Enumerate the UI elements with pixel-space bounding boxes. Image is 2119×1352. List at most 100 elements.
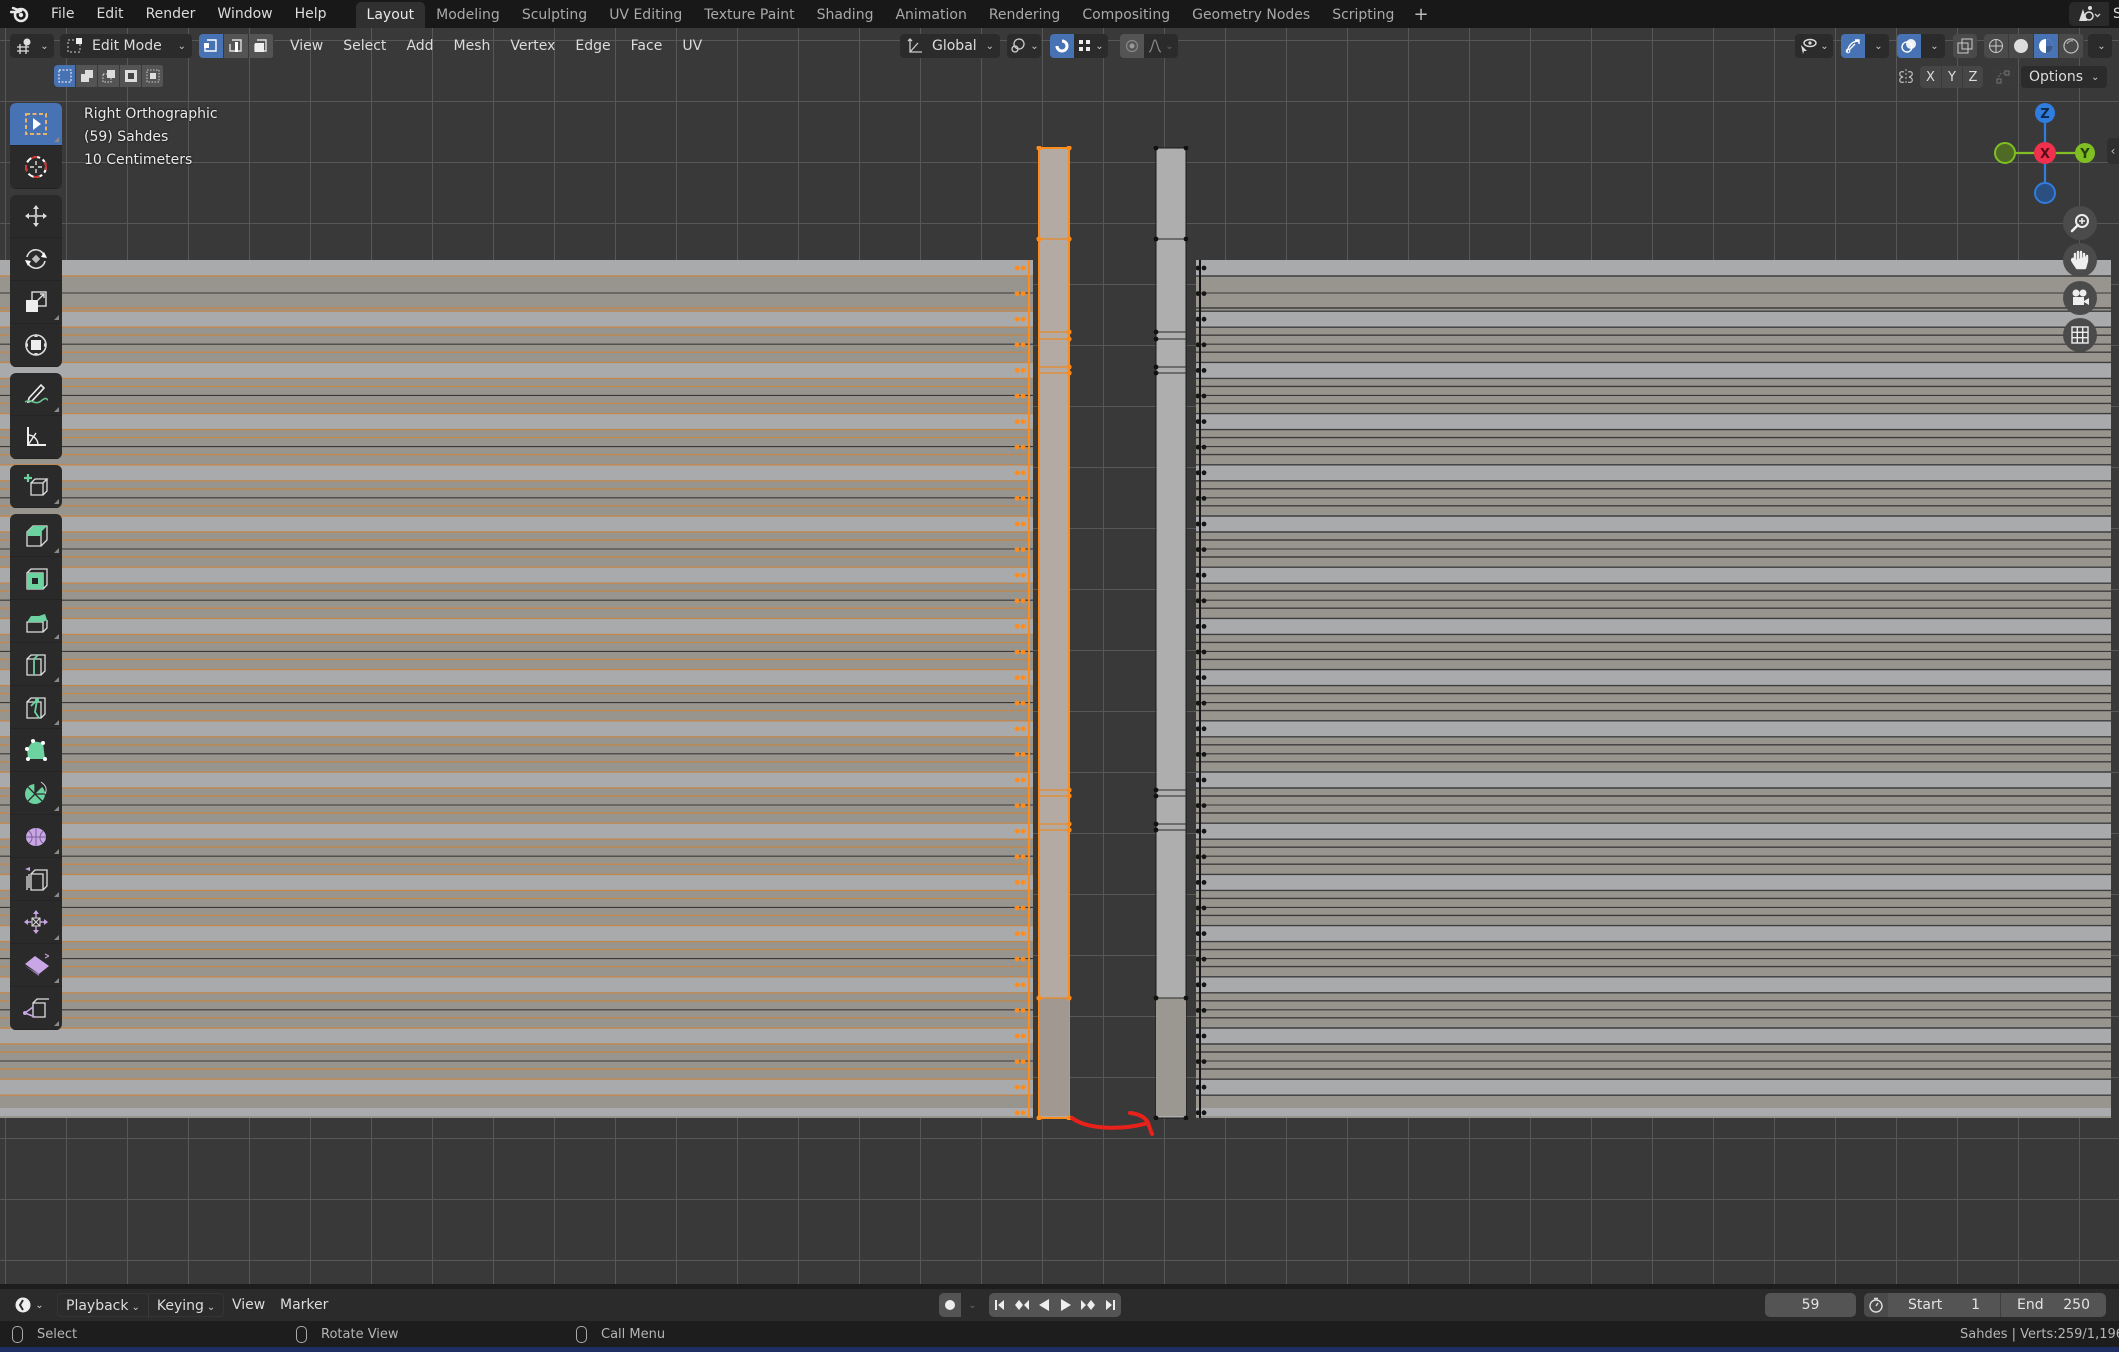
left-mesh-selected[interactable] <box>0 260 1033 1118</box>
tool-shrink-fatten[interactable] <box>10 901 62 944</box>
vertex-select-button[interactable] <box>199 34 224 58</box>
menu-view[interactable]: View <box>280 34 333 58</box>
prev-keyframe-button[interactable] <box>1011 1293 1033 1317</box>
mirror-y-toggle[interactable]: Y <box>1941 66 1962 88</box>
intersect-selection-button[interactable] <box>142 65 164 87</box>
tool-spin[interactable] <box>10 772 62 815</box>
left-pillar-selected[interactable] <box>1030 146 1080 1120</box>
edge-select-button[interactable] <box>224 34 249 58</box>
tool-loop-cut[interactable] <box>10 643 62 686</box>
menu-face[interactable]: Face <box>621 34 673 58</box>
right-pillar[interactable] <box>1150 146 1200 1120</box>
mirror-z-toggle[interactable]: Z <box>1962 66 1983 88</box>
menu-file[interactable]: File <box>40 0 85 28</box>
menu-mesh[interactable]: Mesh <box>444 34 501 58</box>
wireframe-shading-button[interactable] <box>1984 34 2009 58</box>
menu-select[interactable]: Select <box>333 34 396 58</box>
subtract-selection-button[interactable] <box>98 65 120 87</box>
playback-dropdown[interactable]: Playback ⌄ <box>58 1294 148 1318</box>
overlays-dropdown[interactable]: ⌄ <box>1921 34 1945 58</box>
tool-scale[interactable] <box>10 281 62 324</box>
tab-modeling[interactable]: Modeling <box>425 2 511 28</box>
timeline-menu-view[interactable]: View <box>222 1293 275 1317</box>
overlays-toggle[interactable] <box>1897 34 1921 58</box>
editor-type-button[interactable]: ⌄ <box>10 34 54 58</box>
tool-add-cube[interactable] <box>10 465 62 508</box>
tool-bevel[interactable] <box>10 600 62 643</box>
tool-move[interactable] <box>10 195 62 238</box>
tool-poly-build[interactable] <box>10 729 62 772</box>
tab-texture-paint[interactable]: Texture Paint <box>693 2 805 28</box>
zoom-view-button[interactable] <box>2063 206 2097 240</box>
gizmo-dropdown[interactable]: ⌄ <box>1865 34 1889 58</box>
tab-geometry-nodes[interactable]: Geometry Nodes <box>1181 2 1321 28</box>
blender-logo-icon[interactable] <box>0 0 40 28</box>
add-workspace-button[interactable]: + <box>1405 2 1436 28</box>
pivot-point-dropdown[interactable]: ⌄ <box>1007 34 1041 58</box>
tool-rip-region[interactable] <box>10 987 62 1030</box>
tool-measure[interactable] <box>10 416 62 459</box>
extend-selection-button[interactable] <box>76 65 98 87</box>
scene-name[interactable]: S <box>2109 6 2119 22</box>
topology-mirror-toggle[interactable] <box>1991 66 2015 88</box>
tool-cursor[interactable] <box>10 146 62 189</box>
menu-help[interactable]: Help <box>284 0 338 28</box>
tab-uv-editing[interactable]: UV Editing <box>598 2 693 28</box>
set-new-selection-button[interactable] <box>54 65 76 87</box>
jump-to-end-button[interactable] <box>1099 1293 1121 1317</box>
play-button[interactable] <box>1055 1293 1077 1317</box>
menu-uv[interactable]: UV <box>672 34 712 58</box>
play-reverse-button[interactable] <box>1033 1293 1055 1317</box>
shading-options-dropdown[interactable]: ⌄ <box>2088 34 2112 58</box>
auto-keying-dropdown[interactable]: ⌄ <box>961 1293 981 1317</box>
next-keyframe-button[interactable] <box>1077 1293 1099 1317</box>
tab-shading[interactable]: Shading <box>806 2 885 28</box>
preview-range-toggle[interactable] <box>1864 1293 1888 1317</box>
menu-add[interactable]: Add <box>396 34 443 58</box>
rendered-shading-button[interactable] <box>2059 34 2084 58</box>
scene-browse-button[interactable] <box>2069 2 2109 26</box>
solid-shading-button[interactable] <box>2009 34 2034 58</box>
tab-scripting[interactable]: Scripting <box>1321 2 1405 28</box>
keying-dropdown[interactable]: Keying ⌄ <box>147 1294 223 1318</box>
pan-view-button[interactable] <box>2063 243 2097 277</box>
menu-edge[interactable]: Edge <box>565 34 620 58</box>
snap-toggle[interactable] <box>1050 34 1074 58</box>
tool-transform[interactable] <box>10 324 62 367</box>
tool-edge-slide[interactable] <box>10 858 62 901</box>
sidebar-toggle[interactable]: ‹ <box>2107 138 2119 164</box>
camera-view-button[interactable] <box>2063 281 2097 315</box>
tool-inset-faces[interactable] <box>10 557 62 600</box>
toggle-perspective-button[interactable] <box>2063 318 2097 352</box>
mode-dropdown[interactable]: Edit Mode ⌄ <box>60 34 192 58</box>
tab-animation[interactable]: Animation <box>884 2 977 28</box>
tool-rotate[interactable] <box>10 238 62 281</box>
falloff-dropdown[interactable]: ⌄ <box>1144 34 1178 58</box>
tab-layout[interactable]: Layout <box>355 2 426 28</box>
invert-selection-button[interactable] <box>120 65 142 87</box>
tool-extrude-region[interactable] <box>10 514 62 557</box>
face-select-button[interactable] <box>249 34 274 58</box>
snap-target-dropdown[interactable]: ⌄ <box>1074 34 1108 58</box>
start-frame-field[interactable]: Start 1 <box>1888 1293 2000 1317</box>
menu-vertex[interactable]: Vertex <box>500 34 565 58</box>
proportional-edit-toggle[interactable] <box>1120 34 1144 58</box>
material-preview-button[interactable] <box>2034 34 2059 58</box>
timeline-editor-type-button[interactable]: ⌄ <box>10 1293 48 1317</box>
tool-shear[interactable] <box>10 944 62 987</box>
tab-rendering[interactable]: Rendering <box>978 2 1072 28</box>
jump-to-start-button[interactable] <box>989 1293 1011 1317</box>
right-mesh[interactable] <box>1196 260 2111 1118</box>
3d-viewport[interactable]: ⌄ Edit Mode ⌄ View Select Add Mesh Verte… <box>0 28 2119 1284</box>
navigation-gizmo[interactable]: Z Y X <box>1990 98 2100 208</box>
end-frame-field[interactable]: End 250 <box>2000 1293 2106 1317</box>
gizmo-neg-y[interactable] <box>1994 142 2016 164</box>
tool-select-box[interactable] <box>10 103 62 146</box>
menu-edit[interactable]: Edit <box>85 0 134 28</box>
visibility-dropdown[interactable]: ⌄ <box>1795 34 1833 58</box>
gizmo-toggle[interactable] <box>1841 34 1865 58</box>
timeline-menu-marker[interactable]: Marker <box>270 1293 338 1317</box>
menu-render[interactable]: Render <box>135 0 207 28</box>
xray-toggle[interactable] <box>1953 34 1977 58</box>
menu-window[interactable]: Window <box>206 0 283 28</box>
